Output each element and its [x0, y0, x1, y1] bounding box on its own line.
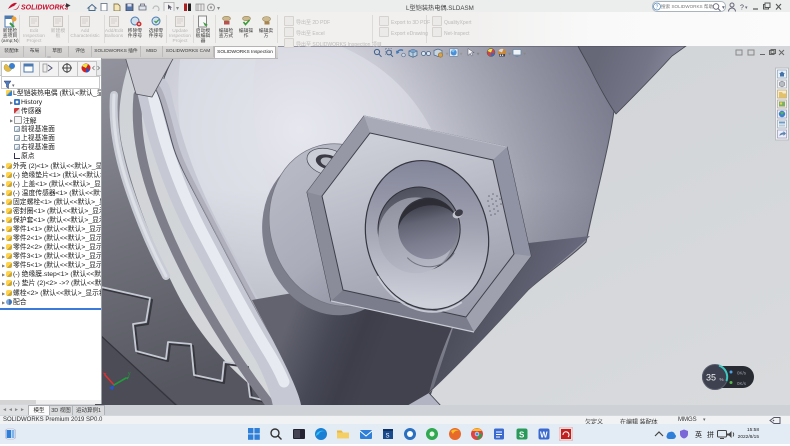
svg-text:0K/s: 0K/s	[737, 381, 747, 386]
svg-text:▾: ▾	[176, 6, 179, 11]
svg-text:SOLIDWORKS: SOLIDWORKS	[21, 5, 68, 12]
svg-text:S: S	[519, 431, 525, 440]
svg-text:%: %	[720, 377, 724, 382]
svg-text:▾: ▾	[745, 5, 748, 11]
svg-text:▾: ▾	[722, 5, 725, 11]
svg-text:?: ?	[740, 5, 744, 12]
svg-text:▾: ▾	[217, 6, 220, 11]
svg-text:S: S	[385, 434, 389, 440]
svg-text:W: W	[540, 431, 548, 440]
svg-text:0K/s: 0K/s	[737, 371, 747, 376]
svg-text:?: ?	[656, 5, 659, 11]
svg-text:35: 35	[706, 373, 716, 383]
